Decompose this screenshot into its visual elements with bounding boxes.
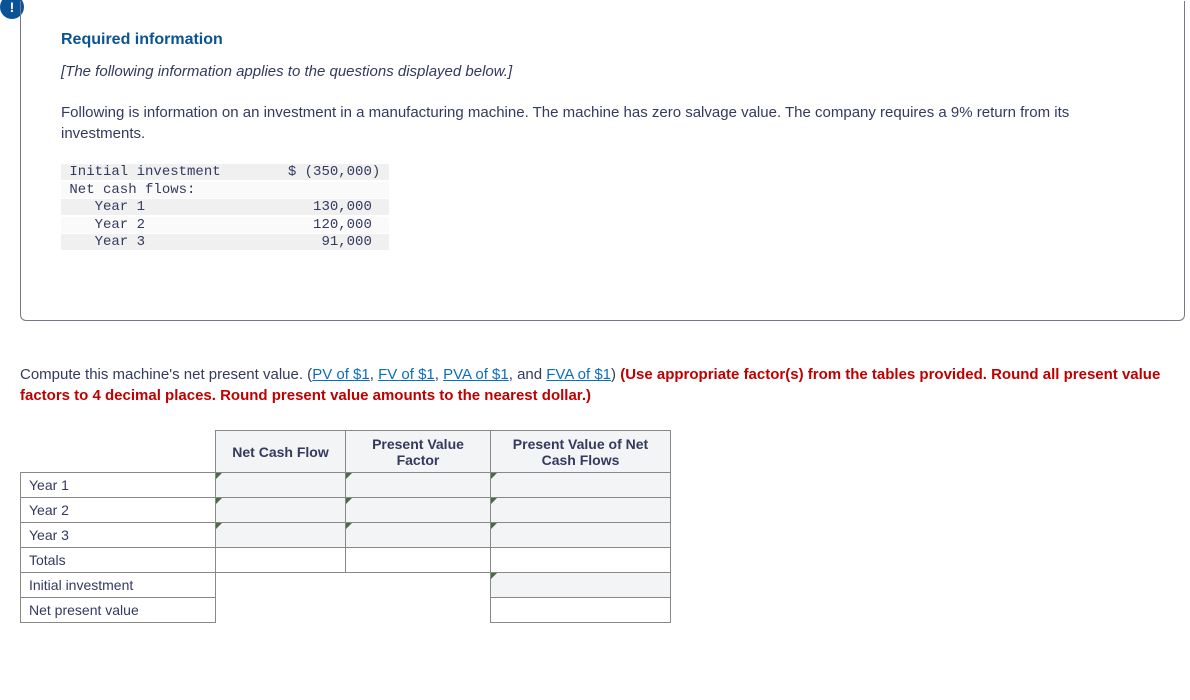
row-label: Totals — [21, 548, 216, 573]
pvf-input[interactable] — [346, 473, 491, 498]
table-row: Year 2 — [21, 498, 671, 523]
mono-value — [288, 182, 389, 198]
sep: , and — [509, 366, 547, 383]
mono-label: Year 1 — [61, 199, 288, 215]
sep: , — [370, 366, 378, 383]
row-label: Year 2 — [21, 498, 216, 523]
table-row: Totals — [21, 548, 671, 573]
fv-link[interactable]: FV of $1 — [378, 366, 435, 383]
header-pv-factor: Present Value Factor — [346, 431, 491, 473]
initial-investment-input[interactable] — [491, 573, 671, 598]
pvnet-total — [491, 548, 671, 573]
row-label: Year 3 — [21, 523, 216, 548]
ncf-input[interactable] — [216, 473, 346, 498]
fva-link[interactable]: FVA of $1 — [546, 366, 611, 383]
sep: , — [435, 366, 443, 383]
pva-link[interactable]: PVA of $1 — [443, 366, 509, 383]
table-row: Initial investment — [21, 573, 671, 598]
mono-value: $ (350,000) — [288, 164, 389, 180]
table-row: Year 3 — [21, 523, 671, 548]
problem-description: Following is information on an investmen… — [61, 102, 1144, 144]
pvf-input[interactable] — [346, 498, 491, 523]
row-label: Initial investment — [21, 573, 216, 598]
table-row: Year 1 — [21, 473, 671, 498]
mono-value: 120,000 — [288, 217, 389, 233]
header-pv-net: Present Value of Net Cash Flows — [491, 431, 671, 473]
row-label: Year 1 — [21, 473, 216, 498]
header-blank — [21, 431, 216, 473]
mono-label: Initial investment — [61, 164, 288, 180]
row-label: Net present value — [21, 598, 216, 623]
paren: ) — [611, 366, 620, 383]
compute-instruction: Compute this machine's net present value… — [20, 364, 1185, 406]
mono-label: Year 2 — [61, 217, 288, 233]
answer-table: Net Cash Flow Present Value Factor Prese… — [20, 430, 671, 623]
ncf-total — [216, 548, 346, 573]
info-card: Required information [The following info… — [20, 1, 1185, 321]
required-heading: Required information — [61, 31, 1144, 49]
npv-output — [491, 598, 671, 623]
mono-value: 130,000 — [288, 199, 389, 215]
table-row: Net present value — [21, 598, 671, 623]
pvnet-input[interactable] — [491, 523, 671, 548]
mono-label: Net cash flows: — [61, 182, 288, 198]
pvnet-input[interactable] — [491, 473, 671, 498]
mono-label: Year 3 — [61, 234, 288, 250]
pvf-input[interactable] — [346, 523, 491, 548]
pvnet-input[interactable] — [491, 498, 671, 523]
given-data-block: Initial investment $ (350,000) Net cash … — [61, 164, 1144, 252]
pvf-total — [346, 548, 491, 573]
applies-note: [The following information applies to th… — [61, 63, 1144, 80]
header-net-cash-flow: Net Cash Flow — [216, 431, 346, 473]
mono-value: 91,000 — [288, 234, 389, 250]
ncf-input[interactable] — [216, 498, 346, 523]
ncf-input[interactable] — [216, 523, 346, 548]
instr-prefix: Compute this machine's net present value… — [20, 366, 312, 383]
pv-link[interactable]: PV of $1 — [312, 366, 370, 383]
